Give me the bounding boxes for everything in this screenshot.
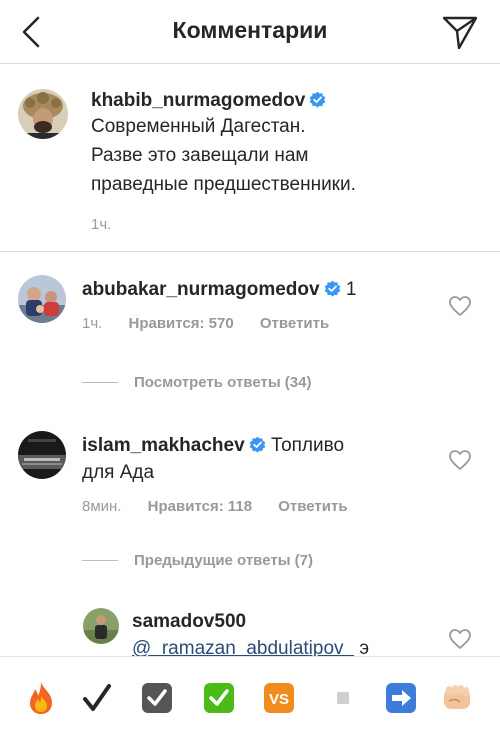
view-replies-label: Посмотреть ответы (34): [134, 374, 312, 391]
paper-plane-icon: [442, 16, 478, 50]
emoji-quick-bar: VS: [0, 656, 500, 735]
timestamp: 1ч.: [82, 315, 103, 332]
likes-count[interactable]: Нравится: 118: [148, 498, 252, 515]
emoji-checkbox[interactable]: [140, 681, 174, 715]
verified-badge-icon: [310, 91, 326, 108]
verified-badge-icon: [324, 280, 340, 297]
emoji-right-arrow[interactable]: [384, 681, 418, 715]
username[interactable]: khabib_nurmagomedov: [91, 90, 305, 111]
emoji-fire[interactable]: [24, 681, 58, 715]
post-text-line: Современный Дагестан.: [91, 116, 306, 137]
vs-icon: VS: [264, 683, 294, 713]
username[interactable]: abubakar_nurmagomedov: [82, 279, 320, 300]
verified-badge-icon: [249, 436, 265, 453]
comment-item: islam_makhachev Топливо для Ада 8мин. Нр…: [0, 428, 500, 528]
avatar[interactable]: [18, 89, 68, 139]
reply-item: samadov500 @_ramazan_abdulatipov_ э: [0, 606, 500, 656]
page-title: Комментарии: [172, 17, 328, 43]
previous-replies-button[interactable]: Предыдущие ответы (7): [82, 552, 313, 569]
fire-icon: [30, 682, 52, 714]
small-square-icon: [337, 692, 349, 704]
emoji-small-square[interactable]: [326, 681, 360, 715]
view-replies-button[interactable]: Посмотреть ответы (34): [82, 374, 311, 391]
divider-line: [82, 560, 118, 561]
green-check-icon: [204, 683, 234, 713]
emoji-checkmark[interactable]: [80, 681, 114, 715]
avatar[interactable]: [83, 608, 119, 644]
svg-text:VS: VS: [269, 691, 289, 708]
heart-icon[interactable]: [448, 295, 472, 317]
emoji-green-check[interactable]: [202, 681, 236, 715]
post-caption: khabib_nurmagomedov Современный Дагестан…: [0, 64, 500, 252]
post-text-line: Разве это завещали нам: [91, 145, 309, 166]
reply-text: э: [359, 638, 370, 656]
reply-button[interactable]: Ответить: [278, 498, 347, 515]
divider-line: [82, 382, 118, 383]
avatar[interactable]: [18, 431, 66, 479]
header-bar: Комментарии: [0, 0, 500, 64]
emoji-fist[interactable]: [440, 681, 474, 715]
username[interactable]: samadov500: [132, 611, 246, 632]
heart-icon[interactable]: [448, 628, 472, 650]
post-text-line: праведные предшественники.: [91, 174, 356, 195]
checkmark-icon: [83, 684, 111, 711]
mention-link[interactable]: @_ramazan_abdulatipov_: [132, 638, 354, 656]
avatar[interactable]: [18, 275, 66, 323]
comment-text: 1: [345, 279, 357, 300]
reply-button[interactable]: Ответить: [260, 315, 329, 332]
right-arrow-icon: [386, 683, 416, 713]
comment-text: Топливо: [270, 435, 345, 456]
comment-text-continued: для Ада: [82, 462, 155, 483]
likes-count[interactable]: Нравится: 570: [129, 315, 234, 332]
username[interactable]: islam_makhachev: [82, 435, 245, 456]
comment-meta: 1ч. Нравится: 570 Ответить: [82, 315, 430, 332]
fist-icon: [444, 685, 470, 709]
emoji-vs[interactable]: VS: [262, 681, 296, 715]
comment-item: abubakar_nurmagomedov 1 1ч. Нравится: 57…: [0, 272, 500, 352]
post-text: Современный Дагестан. Разве это завещали…: [91, 112, 480, 199]
timestamp: 8мин.: [82, 498, 122, 515]
timestamp: 1ч.: [91, 216, 112, 233]
previous-replies-label: Предыдущие ответы (7): [134, 552, 314, 569]
heart-icon[interactable]: [448, 449, 472, 471]
share-button[interactable]: [440, 12, 480, 52]
checkbox-checked-icon: [142, 683, 172, 713]
comment-meta: 8мин. Нравится: 118 Ответить: [82, 498, 430, 515]
